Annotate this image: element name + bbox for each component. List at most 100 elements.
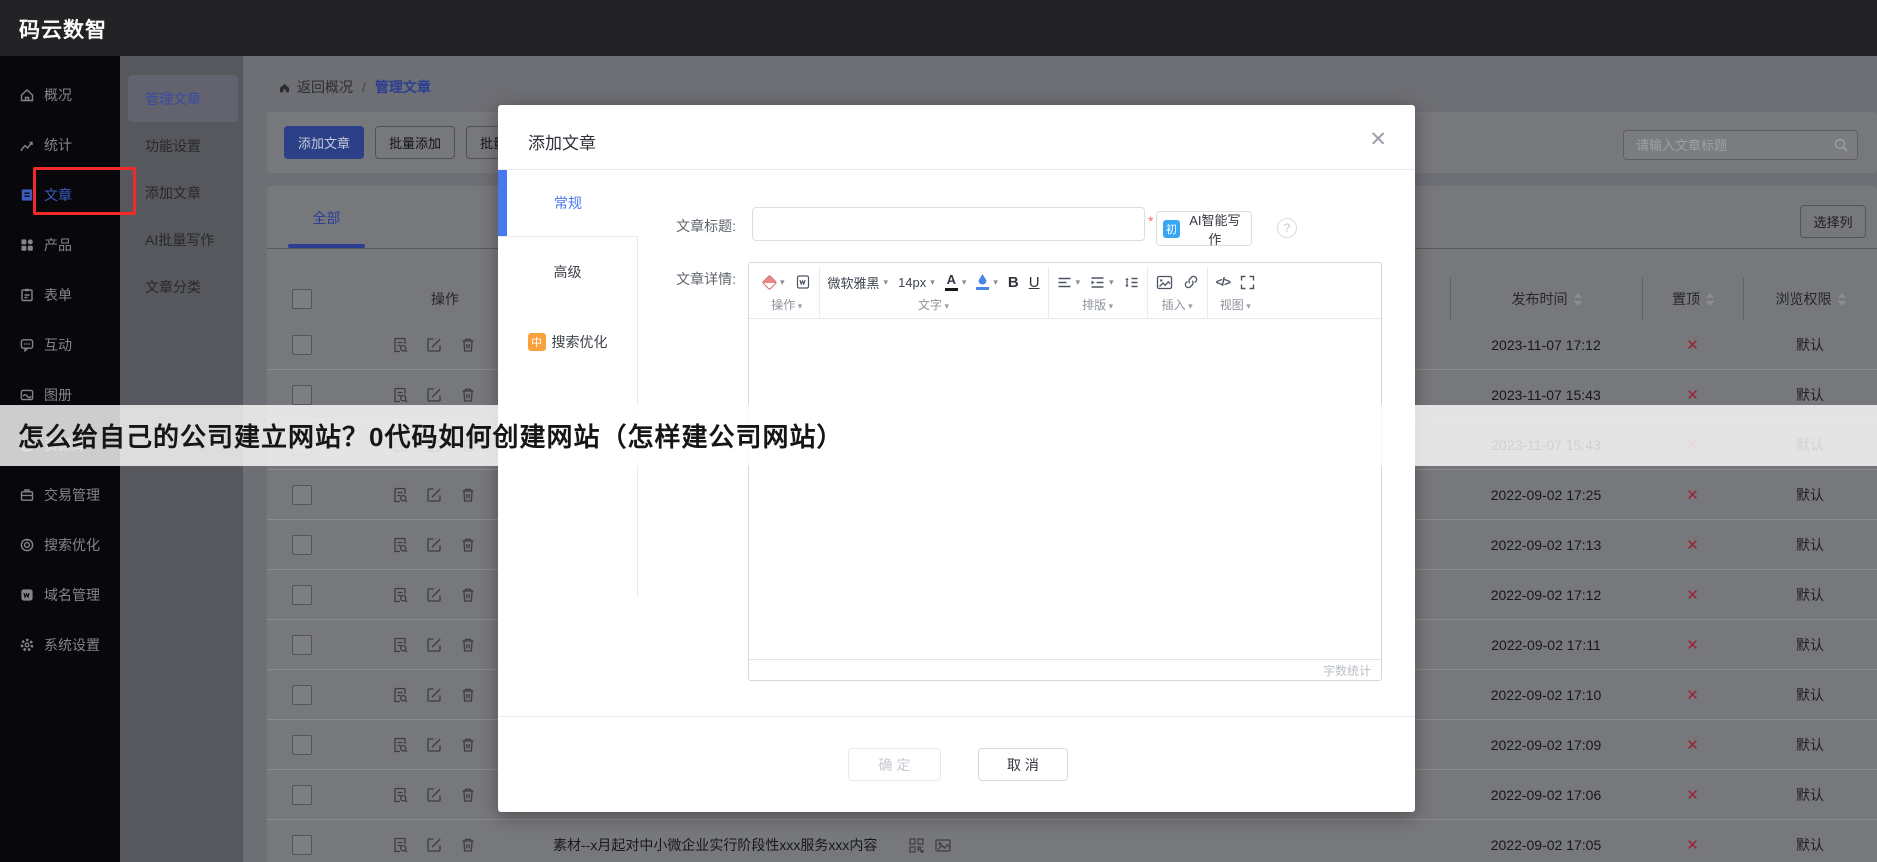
row-checkbox[interactable] xyxy=(292,485,312,505)
row-checkbox[interactable] xyxy=(292,335,312,355)
article-title-input[interactable] xyxy=(752,207,1145,241)
batch-add-button[interactable]: 批量添加 xyxy=(375,126,455,159)
row-checkbox[interactable] xyxy=(292,735,312,755)
delete-icon[interactable] xyxy=(459,586,477,604)
sidebar-item[interactable]: 交易管理 xyxy=(0,470,120,520)
image-icon[interactable] xyxy=(934,837,952,854)
confirm-button[interactable]: 确 定 xyxy=(848,748,941,781)
row-checkbox[interactable] xyxy=(292,535,312,555)
sort-icon[interactable] xyxy=(1706,293,1714,306)
group-label-text[interactable]: 文字 xyxy=(828,296,1040,315)
sidebar-item[interactable]: 互动 xyxy=(0,320,120,370)
preview-icon[interactable] xyxy=(391,736,409,754)
submenu-item[interactable]: 文章分类 xyxy=(128,263,238,310)
edit-icon[interactable] xyxy=(425,486,443,504)
row-checkbox[interactable] xyxy=(292,635,312,655)
font-color-icon[interactable]: A xyxy=(945,273,967,291)
row-checkbox[interactable] xyxy=(292,585,312,605)
close-icon[interactable]: ✕ xyxy=(1369,129,1387,150)
preview-icon[interactable] xyxy=(391,836,409,854)
sidebar-item[interactable]: 表单 xyxy=(0,270,120,320)
underline-button[interactable]: U xyxy=(1029,274,1040,291)
cancel-button[interactable]: 取 消 xyxy=(978,748,1068,781)
sidebar-item[interactable]: 系统设置 xyxy=(0,620,120,670)
preview-icon[interactable] xyxy=(391,586,409,604)
qrcode-icon[interactable] xyxy=(908,837,925,854)
delete-icon[interactable] xyxy=(459,686,477,704)
preview-icon[interactable] xyxy=(391,386,409,404)
highlight-color-icon[interactable] xyxy=(976,274,998,290)
row-checkbox[interactable] xyxy=(292,685,312,705)
insert-link-icon[interactable] xyxy=(1183,274,1199,290)
delete-icon[interactable] xyxy=(459,636,477,654)
edit-icon[interactable] xyxy=(425,836,443,854)
sidebar-item[interactable]: 概况 xyxy=(0,70,120,120)
word-paste-icon[interactable] xyxy=(795,274,811,290)
sort-icon[interactable] xyxy=(1574,293,1582,306)
group-label-insert[interactable]: 插入 xyxy=(1156,296,1199,315)
help-icon[interactable]: ? xyxy=(1277,218,1297,238)
preview-icon[interactable] xyxy=(391,686,409,704)
preview-icon[interactable] xyxy=(391,786,409,804)
delete-icon[interactable] xyxy=(459,386,477,404)
select-all-checkbox[interactable] xyxy=(292,289,312,309)
ai-write-button[interactable]: 初 AI智能写作 xyxy=(1156,211,1252,246)
edit-icon[interactable] xyxy=(425,536,443,554)
sidebar-item[interactable]: 统计 xyxy=(0,120,120,170)
sidebar-item[interactable]: 产品 xyxy=(0,220,120,270)
sidebar-item[interactable]: 搜索优化 xyxy=(0,520,120,570)
breadcrumb-home-icon[interactable] xyxy=(278,81,291,94)
word-count-label[interactable]: 字数统计 xyxy=(1323,662,1371,679)
preview-icon[interactable] xyxy=(391,536,409,554)
submenu-item[interactable]: 管理文章 xyxy=(128,75,238,122)
indent-icon[interactable] xyxy=(1090,276,1114,289)
column-header-top[interactable]: 置顶 xyxy=(1642,278,1743,320)
delete-icon[interactable] xyxy=(459,336,477,354)
delete-icon[interactable] xyxy=(459,786,477,804)
source-code-icon[interactable]: </> xyxy=(1216,275,1230,289)
delete-icon[interactable] xyxy=(459,536,477,554)
submenu-item[interactable]: 添加文章 xyxy=(128,169,238,216)
align-icon[interactable] xyxy=(1057,276,1081,289)
font-size-select[interactable]: 14px xyxy=(898,275,935,290)
submenu-item[interactable]: AI批量写作 xyxy=(128,216,238,263)
tab-seo[interactable]: 中 搜索优化 xyxy=(498,307,637,377)
edit-icon[interactable] xyxy=(425,336,443,354)
delete-icon[interactable] xyxy=(459,836,477,854)
edit-icon[interactable] xyxy=(425,686,443,704)
eraser-icon[interactable] xyxy=(763,277,785,288)
tab-general[interactable]: 常规 xyxy=(498,170,638,236)
search-icon[interactable] xyxy=(1833,137,1849,158)
add-article-button[interactable]: 添加文章 xyxy=(284,126,364,159)
submenu-item[interactable]: 功能设置 xyxy=(128,122,238,169)
group-label-layout[interactable]: 排版 xyxy=(1057,296,1139,315)
row-checkbox[interactable] xyxy=(292,385,312,405)
breadcrumb-home[interactable]: 返回概况 xyxy=(297,77,353,97)
insert-image-icon[interactable] xyxy=(1156,275,1173,290)
edit-icon[interactable] xyxy=(425,736,443,754)
bold-button[interactable]: B xyxy=(1008,274,1019,291)
row-checkbox[interactable] xyxy=(292,785,312,805)
fullscreen-icon[interactable] xyxy=(1240,275,1255,290)
editor-content-area[interactable] xyxy=(749,319,1381,659)
edit-icon[interactable] xyxy=(425,786,443,804)
group-label-actions[interactable]: 操作 xyxy=(763,296,811,315)
row-checkbox[interactable] xyxy=(292,835,312,855)
preview-icon[interactable] xyxy=(391,336,409,354)
sidebar-item[interactable]: 域名管理 xyxy=(0,570,120,620)
delete-icon[interactable] xyxy=(459,736,477,754)
group-label-view[interactable]: 视图 xyxy=(1216,296,1255,315)
tab-advanced[interactable]: 高级 xyxy=(498,237,637,307)
column-header-publish-time[interactable]: 发布时间 xyxy=(1450,278,1642,320)
preview-icon[interactable] xyxy=(391,636,409,654)
column-picker-button[interactable]: 选择列 xyxy=(1800,205,1866,238)
edit-icon[interactable] xyxy=(425,386,443,404)
edit-icon[interactable] xyxy=(425,586,443,604)
line-height-icon[interactable] xyxy=(1124,276,1139,289)
font-family-select[interactable]: 微软雅黑 xyxy=(828,273,889,292)
article-search-input[interactable] xyxy=(1623,130,1858,160)
preview-icon[interactable] xyxy=(391,486,409,504)
delete-icon[interactable] xyxy=(459,486,477,504)
tab-all[interactable]: 全部 xyxy=(288,186,365,249)
column-header-permission[interactable]: 浏览权限 xyxy=(1743,278,1877,320)
